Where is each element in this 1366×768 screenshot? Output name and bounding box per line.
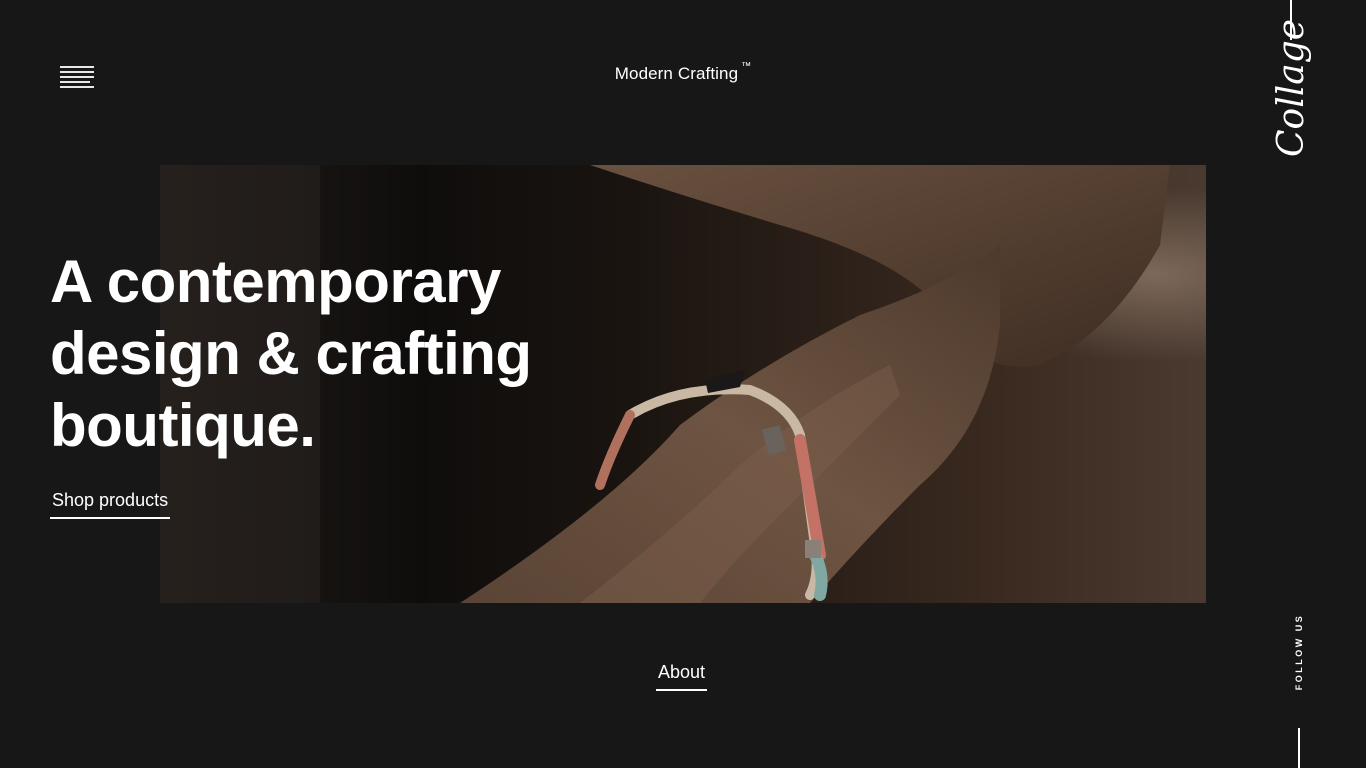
hero-headline: A contemporary design & crafting boutiqu… [50, 246, 610, 462]
about-link[interactable]: About [656, 662, 708, 691]
page: Modern Crafting ™ Collage A contemporary… [0, 0, 1366, 768]
brand-title[interactable]: Modern Crafting ™ [0, 61, 1366, 84]
trademark-mark: ™ [741, 61, 752, 72]
shop-products-link[interactable]: Shop products [50, 490, 171, 519]
follow-us-link[interactable]: FOLLOW US [1292, 603, 1306, 701]
headline-line: boutique. [50, 392, 316, 459]
site-logo[interactable]: Collage [1271, 19, 1312, 157]
headline-line: design & crafting [50, 320, 532, 387]
headline-line: A contemporary [50, 248, 501, 315]
brand-name: Modern Crafting [614, 64, 739, 83]
follow-divider-line [1298, 728, 1300, 768]
